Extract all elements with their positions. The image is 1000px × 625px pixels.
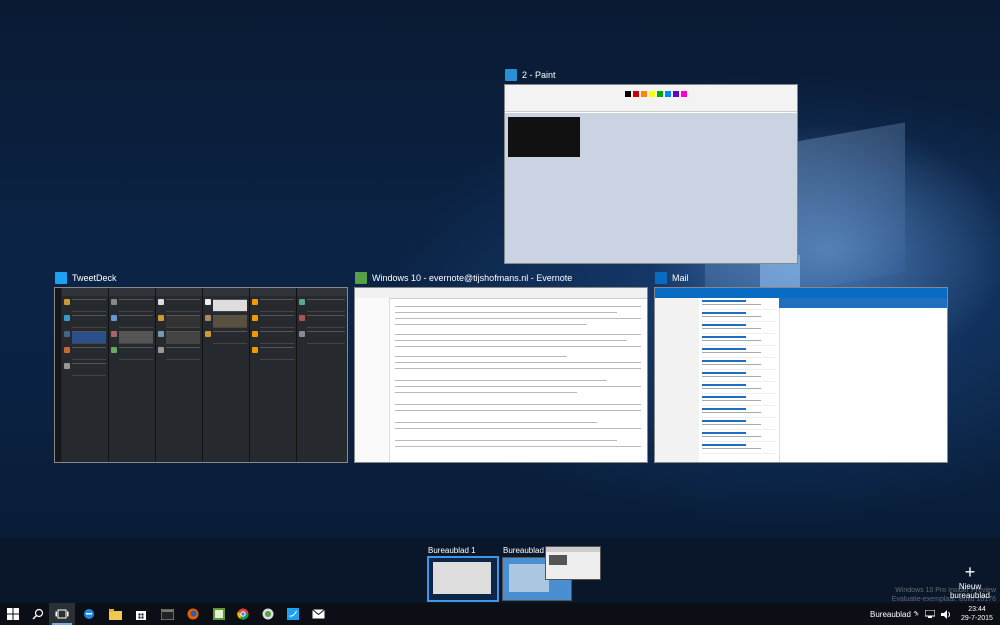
clock[interactable]: 23:44 29-7-2015	[955, 605, 999, 623]
folder-icon	[108, 608, 122, 620]
paint-image	[508, 117, 580, 157]
mail-icon	[655, 272, 667, 284]
search-icon	[32, 608, 44, 620]
clock-date: 29-7-2015	[961, 615, 993, 622]
taskbar-evernote[interactable]	[255, 603, 281, 625]
mail-icon	[311, 609, 325, 619]
windows-logo-icon	[7, 608, 19, 620]
taskbar-tweetdeck[interactable]	[280, 603, 306, 625]
desktop-label: Bureaublad 1	[428, 546, 476, 555]
evernote-icon	[262, 608, 274, 620]
paint-icon	[213, 608, 225, 620]
task-view-icon	[55, 609, 69, 619]
task-view-button[interactable]	[49, 603, 75, 625]
edge-icon	[84, 609, 94, 619]
tray-label: Bureaublad	[870, 609, 911, 619]
window-title-mail: Mail	[655, 272, 689, 284]
system-tray: ⌃	[912, 603, 951, 625]
volume-icon[interactable]	[940, 609, 951, 619]
desktop-thumbnail-1[interactable]	[427, 556, 499, 602]
taskbar-paint[interactable]	[206, 603, 232, 625]
paint-canvas	[505, 113, 797, 263]
tweetdeck-icon	[55, 272, 67, 284]
paint-ribbon	[505, 85, 797, 112]
network-icon[interactable]	[924, 610, 935, 618]
taskbar: Bureaublad » ⌃ 23:44 29-7-2015	[0, 603, 1000, 625]
evernote-icon	[355, 272, 367, 284]
window-title-tweetdeck: TweetDeck	[55, 272, 117, 284]
window-title-text: Mail	[672, 273, 689, 283]
window-title-paint: 2 - Paint	[505, 69, 556, 81]
taskbar-mail[interactable]	[305, 603, 331, 625]
firefox-icon	[187, 608, 199, 620]
chrome-icon	[237, 608, 249, 620]
window-thumbnail-tweetdeck[interactable]	[54, 287, 348, 463]
search-button[interactable]	[25, 603, 51, 625]
virtual-desktop-strip	[0, 537, 1000, 603]
taskbar-terminal[interactable]	[154, 603, 180, 625]
clock-time: 23:44	[968, 606, 986, 613]
store-icon	[136, 611, 146, 620]
taskbar-file-explorer[interactable]	[102, 603, 128, 625]
taskbar-firefox[interactable]	[180, 603, 206, 625]
terminal-icon	[160, 608, 174, 620]
window-thumbnail-evernote[interactable]	[354, 287, 648, 463]
chevron-up-icon[interactable]: ⌃	[912, 610, 919, 619]
taskbar-store[interactable]	[128, 603, 154, 625]
watermark-line1: Windows 10 Pro Insider Preview	[895, 587, 996, 594]
paint-icon	[505, 69, 517, 81]
build-watermark: Windows 10 Pro Insider Preview Evaluatie…	[892, 586, 996, 604]
tweetdeck-icon	[287, 608, 299, 620]
window-thumbnail-paint[interactable]	[504, 84, 798, 264]
desktop-label: Bureaublad 2	[503, 546, 551, 555]
taskbar-edge[interactable]	[76, 603, 102, 625]
desktop-2-preview	[545, 546, 601, 580]
window-thumbnail-mail[interactable]	[654, 287, 948, 463]
window-title-text: TweetDeck	[72, 273, 117, 283]
start-button[interactable]	[0, 603, 26, 625]
taskbar-chrome[interactable]	[230, 603, 256, 625]
window-title-evernote: Windows 10 - evernote@tijshofmans.nl - E…	[355, 272, 572, 284]
window-title-text: Windows 10 - evernote@tijshofmans.nl - E…	[372, 273, 573, 283]
window-title-text: 2 - Paint	[522, 70, 556, 80]
plus-icon: +	[964, 562, 976, 582]
